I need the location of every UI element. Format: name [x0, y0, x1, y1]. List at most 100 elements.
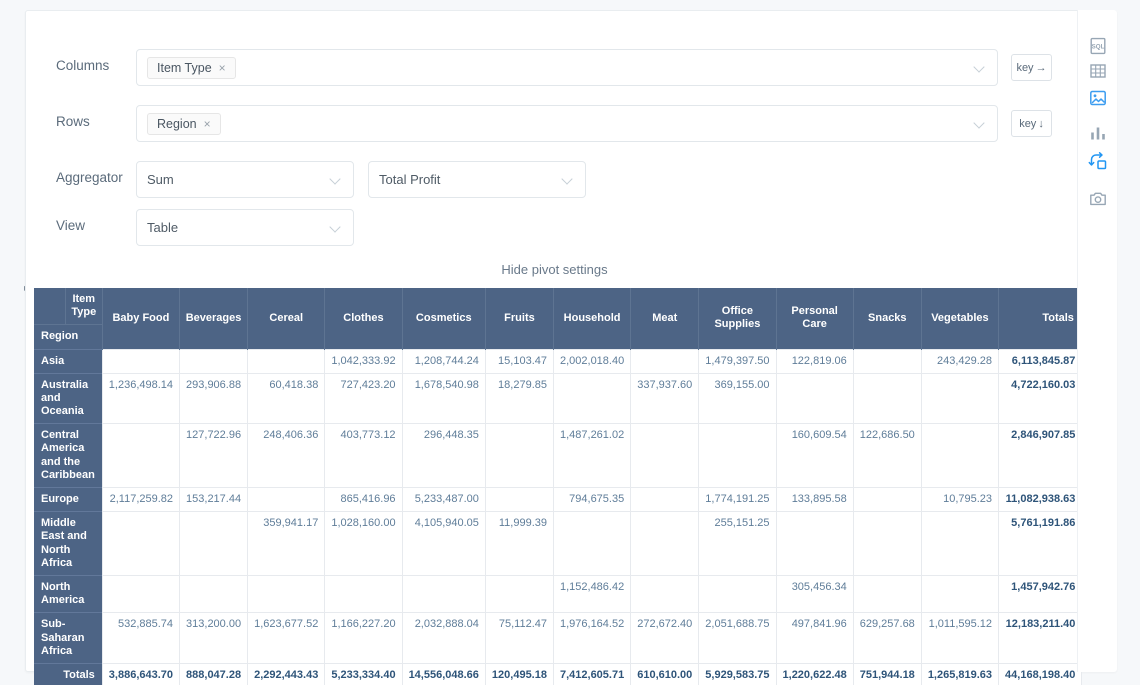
pivot-cell: 1,623,677.52 — [248, 613, 325, 664]
pivot-cell — [776, 512, 853, 576]
pivot-cell: 2,032,888.04 — [402, 613, 485, 664]
row-label: Sub-Saharan Africa — [34, 613, 102, 664]
sql-icon: SQL — [1088, 36, 1108, 56]
pivot-icon — [1088, 151, 1108, 171]
pivot-cell: 75,112.47 — [485, 613, 553, 664]
aggregator-select[interactable]: Sum — [136, 161, 354, 198]
corner-blank-cell — [34, 288, 65, 324]
column-header-snacks: Snacks — [853, 288, 921, 349]
pivot-cell: 1,011,595.12 — [921, 613, 998, 664]
rows-select[interactable]: Region × — [136, 105, 998, 142]
pivot-cell: 305,456.34 — [776, 575, 853, 612]
pivot-cell — [180, 349, 248, 373]
pivot-cell — [631, 488, 699, 512]
pivot-cell — [553, 373, 630, 424]
pivot-cell — [921, 575, 998, 612]
pivot-cell: 10,795.23 — [921, 488, 998, 512]
chart-button[interactable] — [1087, 122, 1109, 144]
column-header-baby-food: Baby Food — [102, 288, 179, 349]
pivot-cell — [853, 373, 921, 424]
row-label: North America — [34, 575, 102, 612]
pivot-cell: 15,103.47 — [485, 349, 553, 373]
pivot-row: Australia and Oceania1,236,498.14293,906… — [34, 373, 1082, 424]
visualization-view-button[interactable] — [1087, 87, 1109, 109]
column-header-cereal: Cereal — [248, 288, 325, 349]
pivot-cell: 18,279.85 — [485, 373, 553, 424]
pivot-cell — [485, 488, 553, 512]
pivot-table-button[interactable] — [1087, 150, 1109, 172]
pivot-cell: 14,556,048.66 — [402, 663, 485, 685]
snapshot-button[interactable] — [1087, 188, 1109, 210]
pivot-cell — [853, 575, 921, 612]
pivot-cell: 2,051,688.75 — [699, 613, 776, 664]
arrow-down-icon: ↓ — [1038, 118, 1044, 130]
chevron-down-icon — [329, 221, 340, 232]
pivot-cell: 160,609.54 — [776, 424, 853, 488]
pivot-cell — [921, 373, 998, 424]
view-label: View — [56, 218, 85, 233]
column-header-beverages: Beverages — [180, 288, 248, 349]
row-label: Europe — [34, 488, 102, 512]
columns-tag[interactable]: Item Type × — [147, 57, 236, 79]
pivot-cell: 5,929,583.75 — [699, 663, 776, 685]
rows-key-sort-button[interactable]: key↓ — [1011, 110, 1052, 137]
pivot-cell: 11,999.39 — [485, 512, 553, 576]
row-total-cell: 11,082,938.63 — [999, 488, 1082, 512]
aggregator-arg-select[interactable]: Total Profit — [368, 161, 586, 198]
tag-remove-icon[interactable]: × — [204, 118, 211, 130]
columns-key-sort-button[interactable]: key→ — [1011, 54, 1052, 81]
table-icon — [1088, 61, 1108, 81]
view-select[interactable]: Table — [136, 209, 354, 246]
pivot-cell: 1,976,164.52 — [553, 613, 630, 664]
tag-remove-icon[interactable]: × — [219, 62, 226, 74]
pivot-cell: 369,155.00 — [699, 373, 776, 424]
pivot-cell: 359,941.17 — [248, 512, 325, 576]
rows-tag[interactable]: Region × — [147, 113, 221, 135]
pivot-cell — [631, 349, 699, 373]
pivot-cell — [325, 575, 402, 612]
bar-chart-icon — [1088, 123, 1108, 143]
camera-icon — [1088, 189, 1108, 209]
row-label: Middle East and North Africa — [34, 512, 102, 576]
rows-label: Rows — [56, 114, 90, 129]
pivot-row: Middle East and North Africa 359,941.171,… — [34, 512, 1082, 576]
column-axis-label: Item Type — [65, 288, 102, 324]
row-label: Australia and Oceania — [34, 373, 102, 424]
columns-select[interactable]: Item Type × — [136, 49, 998, 86]
rows-tag-label: Region — [157, 117, 197, 131]
sql-button[interactable]: SQL — [1087, 35, 1109, 57]
column-header-vegetables: Vegetables — [921, 288, 998, 349]
view-value: Table — [147, 220, 178, 235]
pivot-cell — [553, 512, 630, 576]
arrow-right-icon: → — [1036, 62, 1047, 74]
pivot-cell: 2,292,443.43 — [248, 663, 325, 685]
pivot-cell: 122,686.50 — [853, 424, 921, 488]
key-label: key — [1016, 62, 1033, 74]
pivot-cell: 2,117,259.82 — [102, 488, 179, 512]
pivot-cell: 248,406.36 — [248, 424, 325, 488]
pivot-cell: 255,151.25 — [699, 512, 776, 576]
columns-label: Columns — [56, 58, 109, 73]
pivot-cell — [102, 512, 179, 576]
row-total-cell: 44,168,198.40 — [999, 663, 1082, 685]
pivot-cell: 865,416.96 — [325, 488, 402, 512]
pivot-cell — [776, 373, 853, 424]
column-header-clothes: Clothes — [325, 288, 402, 349]
totals-row-label: Totals — [34, 663, 102, 685]
pivot-cell: 1,028,160.00 — [325, 512, 402, 576]
pivot-cell: 751,944.18 — [853, 663, 921, 685]
pivot-cell: 497,841.96 — [776, 613, 853, 664]
chevron-down-icon — [329, 173, 340, 184]
row-total-cell: 2,846,907.85 — [999, 424, 1082, 488]
pivot-row: Sub-Saharan Africa532,885.74313,200.001,… — [34, 613, 1082, 664]
pivot-cell: 243,429.28 — [921, 349, 998, 373]
pivot-cell: 1,265,819.63 — [921, 663, 998, 685]
pivot-cell: 1,479,397.50 — [699, 349, 776, 373]
hide-pivot-settings-link[interactable]: Hide pivot settings — [501, 262, 607, 277]
pivot-cell: 727,423.20 — [325, 373, 402, 424]
table-view-button[interactable] — [1087, 60, 1109, 82]
pivot-cell — [180, 512, 248, 576]
pivot-cell — [853, 488, 921, 512]
pivot-table: Item Type Baby FoodBeveragesCerealClothe… — [34, 288, 1082, 685]
pivot-cell — [102, 575, 179, 612]
